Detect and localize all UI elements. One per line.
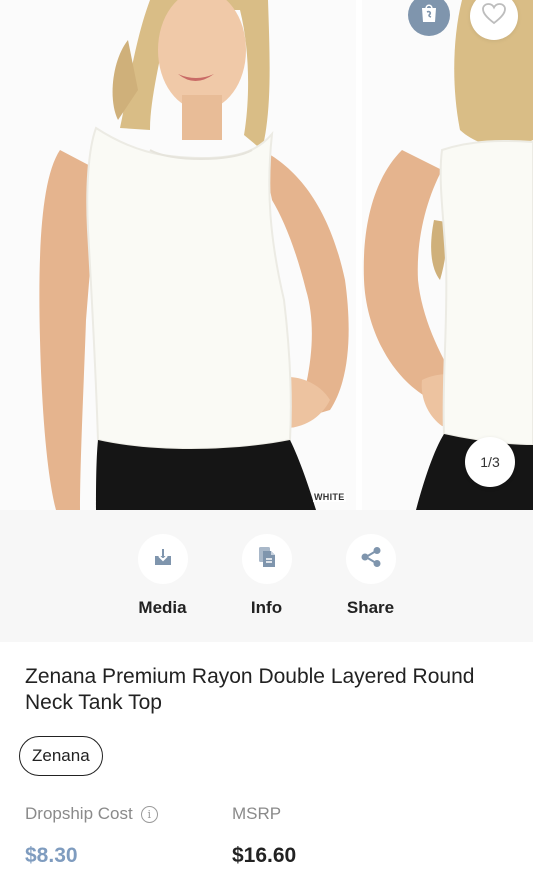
action-bar: Media Info Share: [0, 510, 533, 642]
shopify-bag-icon: [419, 2, 439, 29]
share-label: Share: [346, 598, 395, 617]
action-circle: [345, 534, 396, 584]
info-icon[interactable]: i: [140, 805, 158, 823]
action-circle: [137, 534, 188, 584]
dropship-cost-label-text: Dropship Cost: [25, 804, 133, 823]
heart-icon: [481, 2, 507, 31]
share-button[interactable]: Share: [345, 534, 397, 642]
media-label: Media: [138, 598, 187, 617]
product-photo-side[interactable]: [362, 0, 533, 510]
action-circle: [241, 534, 292, 584]
document-icon: [257, 546, 277, 573]
product-photo-front[interactable]: WHITE: [0, 0, 356, 510]
brand-tag[interactable]: Zenana: [19, 736, 103, 776]
dropship-cost-value: $8.30: [25, 844, 78, 867]
media-button[interactable]: Media: [137, 534, 189, 642]
info-button[interactable]: Info: [241, 534, 293, 642]
msrp-value: $16.60: [232, 844, 297, 867]
share-icon: [360, 546, 382, 573]
image-counter: 1/3: [465, 437, 515, 487]
color-tag: WHITE: [313, 492, 346, 502]
product-image-gallery[interactable]: WHITE 1/3: [0, 0, 533, 510]
info-label: Info: [250, 598, 283, 617]
product-title: Zenana Premium Rayon Double Layered Roun…: [25, 665, 475, 714]
dropship-cost-label: Dropship Cost i: [25, 804, 158, 824]
msrp-label: MSRP: [232, 804, 282, 823]
download-icon: [153, 547, 173, 572]
